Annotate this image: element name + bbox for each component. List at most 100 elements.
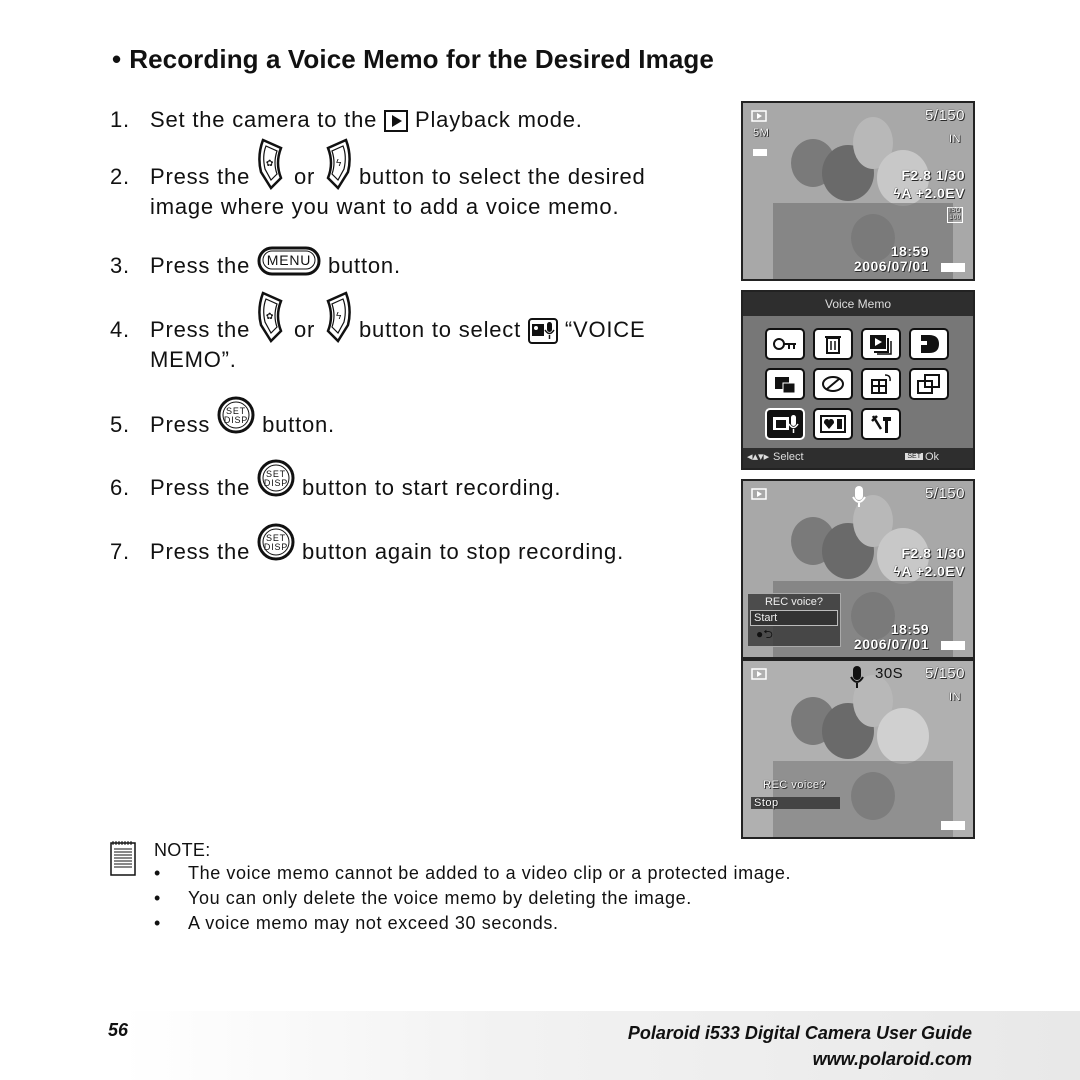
setup-icon[interactable] (861, 408, 901, 440)
aperture-shutter: F2.8 1/30 (901, 545, 965, 561)
note-list: • The voice memo cannot be added to a vid… (154, 861, 791, 936)
step-text: or (293, 164, 316, 189)
step-number: 6. (110, 475, 130, 500)
iso-icon: ISO 100 (947, 207, 963, 223)
delete-icon[interactable] (813, 328, 853, 360)
svg-text:DISP: DISP (224, 415, 248, 425)
step-text: button. (327, 253, 401, 278)
memory-indicator: IN (949, 691, 961, 703)
start-option[interactable]: Start (750, 610, 838, 626)
microphone-recording-icon (849, 665, 865, 695)
slideshow-icon[interactable] (861, 328, 901, 360)
dpof-icon[interactable] (909, 328, 949, 360)
footer-guide: Polaroid i533 Digital Camera User Guide … (628, 1020, 972, 1072)
playback-mode-osd-icon (751, 487, 767, 504)
step-text: button again to stop recording. (301, 539, 624, 564)
step-5: 5. Press SET DISP button. (110, 396, 335, 440)
svg-text:✿: ✿ (266, 311, 274, 321)
remaining-time: 30S (875, 665, 904, 682)
dialog-title: REC voice? (763, 779, 827, 791)
title-bullet: • (112, 44, 122, 74)
image-counter: 5/150 (924, 107, 965, 124)
time: 18:59 (890, 243, 929, 259)
playback-mode-icon (384, 110, 409, 133)
step-4: 4. Press the ✿ or ϟ button to select “VOI… (110, 291, 645, 375)
aperture-shutter: F2.8 1/30 (901, 167, 965, 183)
microphone-icon (851, 485, 867, 513)
rotate-icon[interactable] (861, 368, 901, 400)
left-macro-button-icon: ✿ (257, 136, 287, 191)
voice-memo-icon[interactable] (765, 408, 805, 440)
playback-screen: 5M 5/150 IN F2.8 1/30 ϟA +2.0EV ISO 100 … (741, 101, 975, 281)
step-3: 3. Press the MENU button. (110, 246, 401, 281)
playback-mode-osd-icon (751, 109, 767, 126)
note-item: • The voice memo cannot be added to a vid… (154, 863, 792, 883)
step-number: 5. (110, 412, 130, 437)
color-effect-icon[interactable] (813, 368, 853, 400)
battery-icon (941, 263, 965, 272)
step-6: 6. Press the SET DISP button to start reco… (110, 459, 561, 503)
resize-icon[interactable] (909, 368, 949, 400)
step-text: or (293, 317, 316, 342)
note-item: • You can only delete the voice memo by d… (154, 888, 692, 908)
time: 18:59 (890, 621, 929, 637)
quality-icon (753, 149, 767, 156)
rec-start-screen: 5/150 F2.8 1/30 ϟA +2.0EV REC voice? Sta… (741, 479, 975, 659)
page-number: 56 (108, 1020, 129, 1040)
step-text: button to select (359, 317, 522, 342)
step-number: 2. (110, 164, 130, 189)
playback-mode-osd-icon (751, 667, 767, 684)
step-text: Press the (150, 317, 251, 342)
note-item: • A voice memo may not exceed 30 seconds. (154, 913, 559, 933)
flash-ev: ϟA +2.0EV (893, 563, 965, 579)
set-disp-button-icon: SET DISP (257, 523, 295, 561)
rec-stop-screen: 30S 5/150 IN REC voice? Stop (741, 659, 975, 839)
set-disp-button-icon: SET DISP (257, 459, 295, 497)
step-number: 7. (110, 539, 130, 564)
note-title: NOTE: (154, 840, 211, 860)
svg-text:DISP: DISP (264, 542, 288, 552)
title-text: Recording a Voice Memo for the Desired I… (129, 44, 714, 74)
menu-grid (765, 328, 949, 440)
menu-label: MENU (267, 252, 311, 268)
set-disp-button-icon: SET DISP (217, 396, 255, 434)
svg-text:ϟ: ϟ (336, 158, 342, 169)
svg-text:ϟ: ϟ (336, 311, 342, 322)
stop-option[interactable]: Stop (751, 797, 840, 809)
voice-memo-menu-screen: Voice Memo ◂▴▾▸ Select SET Ok (741, 290, 975, 470)
step-text: Press the (150, 475, 251, 500)
rec-voice-dialog: REC voice? Start ●⮌ (747, 593, 841, 647)
select-hint: Select (773, 451, 804, 463)
step-1: 1. Set the camera to the Playback mode. (110, 105, 583, 135)
website-link[interactable]: www.polaroid.com (628, 1046, 972, 1072)
flash-ev: ϟA +2.0EV (893, 185, 965, 201)
step-text: Playback mode. (415, 107, 583, 132)
step-text: Press (150, 412, 211, 437)
image-counter: 5/150 (924, 485, 965, 502)
step-text: Press the (150, 253, 251, 278)
step-text: button. (262, 412, 335, 437)
copy-to-card-icon[interactable] (765, 368, 805, 400)
date: 2006/07/01 (853, 636, 929, 652)
step-number: 1. (110, 107, 130, 132)
step-text-continued: MEMO”. (150, 347, 237, 372)
menu-footer: ◂▴▾▸ Select SET Ok (743, 448, 973, 468)
ok-hint: Ok (924, 451, 939, 463)
protect-icon[interactable] (765, 328, 805, 360)
image-counter: 5/150 (924, 665, 965, 682)
voice-memo-icon (527, 318, 558, 345)
dpad-icon: ◂▴▾▸ (747, 451, 770, 463)
battery-icon (941, 821, 965, 830)
step-2: 2. Press the ✿ or ϟ button to select the … (110, 138, 646, 222)
page-title: • Recording a Voice Memo for the Desired … (112, 44, 714, 75)
dialog-title: REC voice? (764, 596, 824, 608)
menu-button-icon: MENU (257, 245, 321, 277)
back-icon[interactable]: ●⮌ (748, 626, 840, 642)
startup-image-icon[interactable] (813, 408, 853, 440)
step-7: 7. Press the SET DISP button again to stop… (110, 523, 624, 567)
note-icon (110, 840, 136, 881)
guide-title: Polaroid i533 Digital Camera User Guide (627, 1023, 972, 1043)
step-number: 4. (110, 317, 130, 342)
step-text: Press the (150, 539, 251, 564)
menu-header: Voice Memo (743, 292, 973, 316)
